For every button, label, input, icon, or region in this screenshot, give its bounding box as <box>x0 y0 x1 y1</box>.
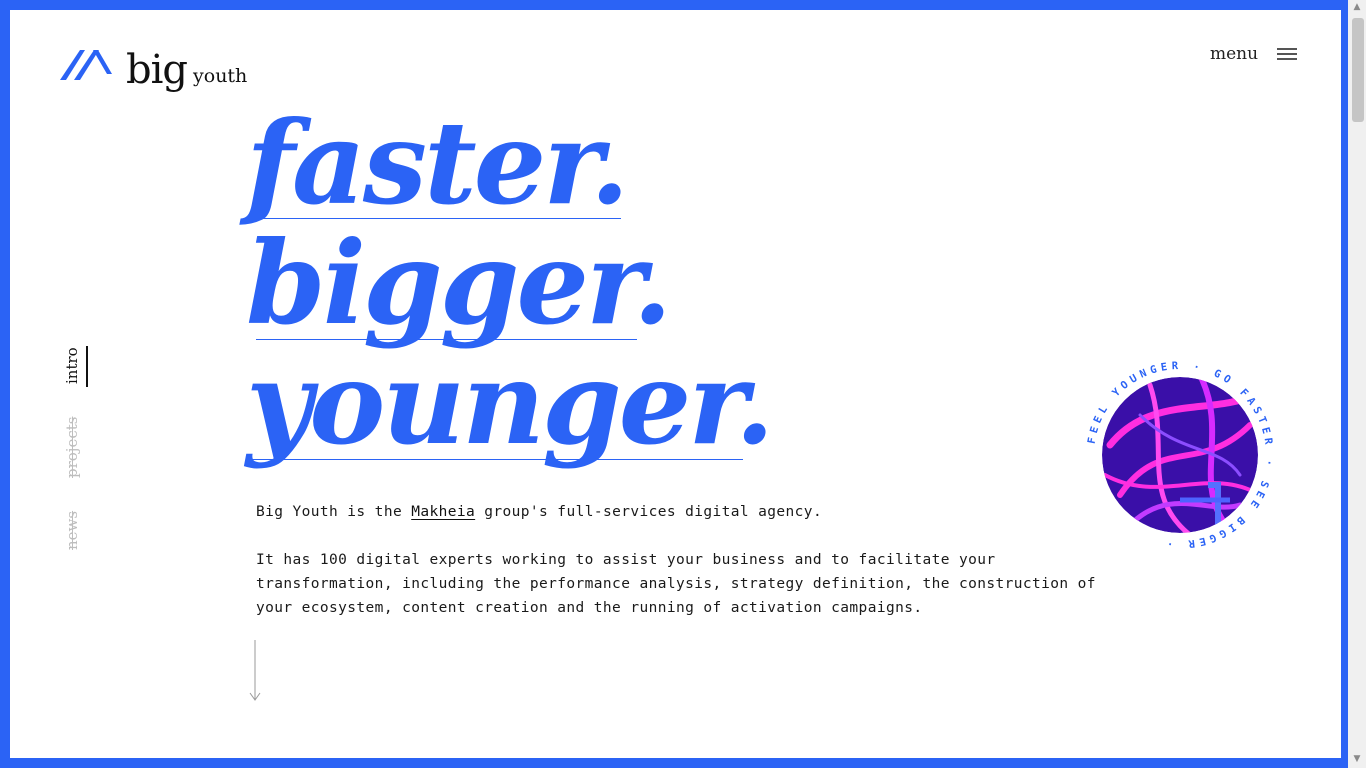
feel-younger-badge[interactable]: FEEL YOUNGER · GO FASTER · SEE BIGGER · <box>1080 355 1280 555</box>
scrollbar-thumb[interactable] <box>1352 18 1364 122</box>
headline-underline <box>246 459 743 460</box>
scroll-up-arrow-icon[interactable]: ▲ <box>1350 0 1364 14</box>
headline-faster: faster. <box>246 96 630 230</box>
logo-wordmark-youth: youth <box>193 65 248 87</box>
intro-text-segment: Big Youth is the <box>256 504 412 520</box>
menu-label: menu <box>1210 44 1259 64</box>
sidenav-item-news[interactable]: news <box>63 511 81 550</box>
intro-paragraph-1: Big Youth is the Makheia group's full-se… <box>256 500 1096 524</box>
page-content: big youth menu intro projects news faste… <box>10 10 1341 758</box>
intro-text-segment: group's full-services digital agency. <box>475 504 823 520</box>
intro-text: Big Youth is the Makheia group's full-se… <box>256 500 1096 644</box>
sidenav-item-intro[interactable]: intro <box>63 347 81 384</box>
sidenav-active-indicator <box>86 346 88 387</box>
logo-wordmark-big: big <box>126 47 188 93</box>
makheia-link[interactable]: Makheia <box>411 504 475 520</box>
menu-button[interactable]: menu <box>1210 44 1298 64</box>
headline-younger: younger. <box>246 336 775 470</box>
hamburger-icon <box>1277 47 1298 61</box>
headline-bigger: bigger. <box>246 216 672 350</box>
sidenav-item-projects[interactable]: projects <box>63 417 81 478</box>
arrow-down-icon[interactable] <box>248 640 262 702</box>
logo-link[interactable]: big youth <box>60 46 247 90</box>
logo-mark-icon <box>60 50 112 80</box>
intro-paragraph-2: It has 100 digital experts working to as… <box>256 552 1096 616</box>
scroll-down-arrow-icon[interactable]: ▼ <box>1350 752 1364 766</box>
